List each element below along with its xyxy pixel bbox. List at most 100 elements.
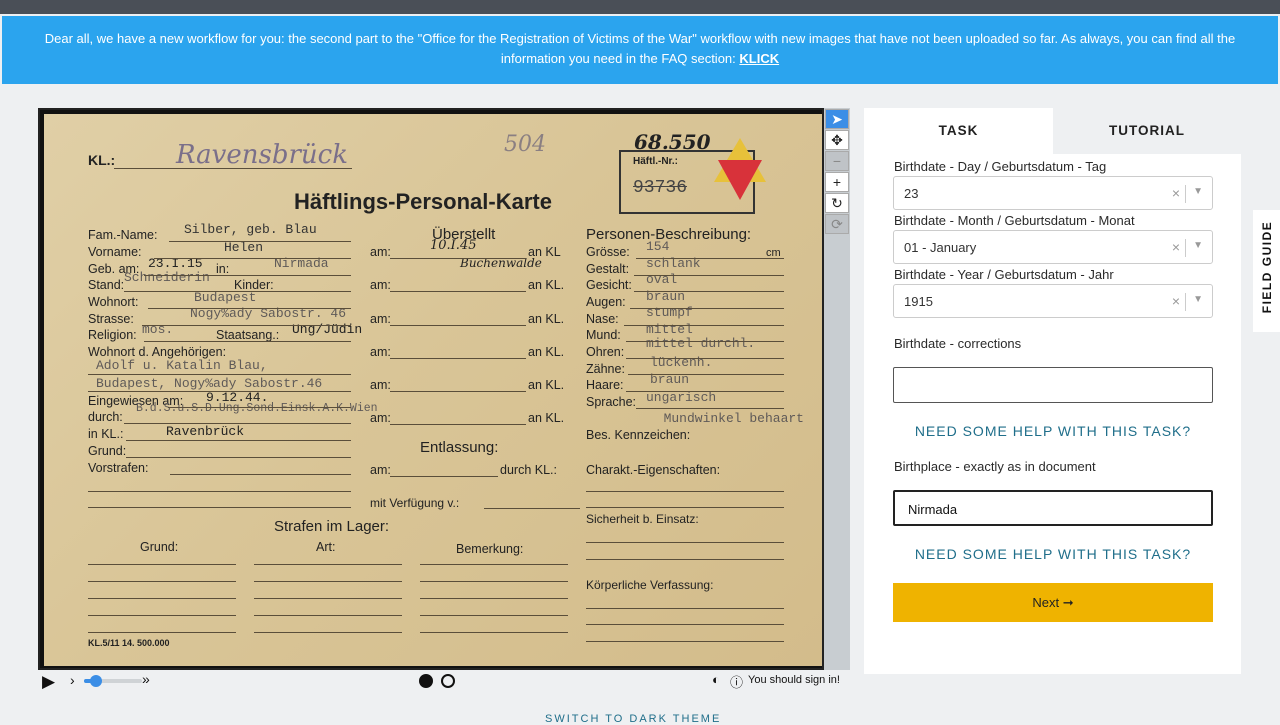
label-ohren: Ohren: — [586, 345, 625, 359]
month-value: 01 - January — [904, 240, 977, 255]
label-am-4: am: — [370, 345, 391, 359]
announcement-banner: Dear all, we have a new workflow for you… — [2, 16, 1278, 84]
sign-in-message: You should sign in! — [748, 674, 840, 686]
card-number-504: 504 — [504, 132, 546, 157]
help-link-2[interactable]: NEED SOME HELP WITH THIS TASK? — [893, 546, 1213, 562]
info-icon[interactable]: ⓘ — [730, 672, 743, 691]
frame-dot-1[interactable] — [419, 674, 433, 688]
value-angehoerige-1: Adolf u. Katalin Blau, — [96, 358, 268, 373]
label-wohnort: Wohnort: — [88, 295, 139, 309]
value-ohren: mittel durchl. — [646, 336, 756, 351]
label-zaehne: Zähne: — [586, 362, 625, 376]
birthplace-label: Birthplace - exactly as in document — [894, 459, 1096, 474]
top-navigation-bar — [0, 0, 1280, 14]
clear-icon[interactable]: × — [1172, 239, 1180, 255]
clear-icon[interactable]: × — [1172, 185, 1180, 201]
image-toolbar: ➤ ✥ − + ↻ ⟳ — [824, 108, 850, 670]
speed-slider[interactable] — [84, 675, 142, 687]
prisoner-card-image: KL.: Ravensbrück 504 68.550 Häftl.-Nr.: … — [44, 114, 822, 666]
label-sicherheit: Sicherheit b. Einsatz: — [586, 512, 699, 526]
label-nase: Nase: — [586, 312, 619, 326]
label-an-kl-2: an KL. — [528, 278, 565, 292]
chevron-down-icon[interactable]: ▼ — [1193, 240, 1203, 251]
value-sprache: ungarisch — [646, 390, 717, 405]
card-kl-label: KL.: — [88, 152, 116, 168]
contrast-icon[interactable]: ◐ — [712, 672, 720, 687]
rotate-icon[interactable]: ↻ — [825, 193, 849, 213]
label-groesse: Grösse: — [586, 245, 630, 259]
zoom-in-icon[interactable]: + — [825, 172, 849, 192]
label-augen: Augen: — [586, 295, 626, 309]
label-sprache: Sprache: — [586, 395, 637, 409]
frame-dot-2[interactable] — [441, 674, 455, 688]
task-panel: TASK TUTORIAL Birthdate - Day / Geburtsd… — [864, 108, 1241, 674]
zoom-out-icon[interactable]: − — [825, 151, 849, 171]
year-label: Birthdate - Year / Geburtsdatum - Jahr — [894, 267, 1114, 282]
tab-task[interactable]: TASK — [864, 108, 1053, 154]
label-bemerkung-column: Bemerkung: — [456, 542, 524, 556]
label-am-6: am: — [370, 411, 391, 425]
play-icon[interactable]: ▶ — [42, 672, 55, 692]
slower-icon[interactable]: › — [70, 672, 75, 688]
label-mund: Mund: — [586, 328, 621, 342]
field-guide-tab[interactable]: FIELD GUIDE — [1253, 210, 1280, 332]
card-kl-handwriting: Ravensbrück — [176, 140, 348, 170]
value-angehoerige-2: Budapest, Nogy%ady Sabostr.46 — [96, 376, 323, 391]
month-select[interactable]: 01 - January × ▼ — [893, 230, 1213, 264]
value-durch: B.d.S.u.S.D.Ung.Sond.Einsk.A.K.Wien — [136, 402, 378, 415]
label-am-5: am: — [370, 378, 391, 392]
label-stand: Stand: — [88, 278, 125, 292]
card-title: Häftlings-Personal-Karte — [294, 189, 552, 214]
tab-tutorial[interactable]: TUTORIAL — [1053, 108, 1241, 154]
label-art-column: Art: — [316, 540, 336, 554]
clear-icon[interactable]: × — [1172, 293, 1180, 309]
label-in: in: — [216, 262, 230, 276]
birthplace-textarea[interactable]: Nirmada — [893, 490, 1213, 526]
label-koerper: Körperliche Verfassung: — [586, 578, 714, 592]
select-separator — [1185, 293, 1186, 311]
label-gesicht: Gesicht: — [586, 278, 632, 292]
day-label: Birthdate - Day / Geburtsdatum - Tag — [894, 159, 1107, 174]
label-grund-column: Grund: — [140, 540, 179, 554]
value-in-kl: Ravenbrück — [166, 424, 245, 439]
label-am-1: am: — [370, 245, 391, 259]
crossed-number: 93736 — [633, 178, 688, 198]
speed-slider-knob[interactable] — [89, 675, 102, 687]
faster-icon[interactable]: » — [142, 671, 150, 687]
label-fam-name: Fam.-Name: — [88, 228, 158, 242]
day-select[interactable]: 23 × ▼ — [893, 176, 1213, 210]
subject-viewer[interactable]: KL.: Ravensbrück 504 68.550 Häftl.-Nr.: … — [38, 108, 824, 670]
banner-link[interactable]: KLICK — [739, 51, 779, 66]
chevron-down-icon[interactable]: ▼ — [1193, 186, 1203, 197]
label-entlassung: Entlassung: — [420, 439, 499, 456]
haeftl-nr-label: Häftl.-Nr.: — [633, 156, 678, 167]
switch-dark-theme-link[interactable]: SWITCH TO DARK THEME — [545, 713, 721, 725]
value-groesse: 154 — [646, 239, 670, 254]
year-select[interactable]: 1915 × ▼ — [893, 284, 1213, 318]
label-haare: Haare: — [586, 378, 624, 392]
label-durch-kl: durch KL.: — [500, 463, 557, 477]
select-separator — [1185, 185, 1186, 203]
move-icon[interactable]: ✥ — [825, 130, 849, 150]
label-strasse: Strasse: — [88, 312, 134, 326]
next-button[interactable]: Next ➞ — [893, 583, 1213, 622]
label-durch: durch: — [88, 410, 123, 424]
label-an-kl-3: an KL. — [528, 312, 565, 326]
label-an-kl-6: an KL. — [528, 411, 565, 425]
chevron-down-icon[interactable]: ▼ — [1193, 294, 1203, 305]
reset-icon[interactable]: ⟳ — [825, 214, 849, 234]
label-vorstrafen: Vorstrafen: — [88, 461, 149, 475]
value-bes-kennzeichen: Mundwinkel behaart — [663, 411, 804, 426]
task-tabs: TASK TUTORIAL — [864, 108, 1241, 154]
corrections-textarea[interactable] — [893, 367, 1213, 403]
label-staatsang: Staatsang.: — [216, 328, 280, 342]
label-an-kl-5: an KL. — [528, 378, 565, 392]
help-link-1[interactable]: NEED SOME HELP WITH THIS TASK? — [893, 423, 1213, 439]
pointer-icon[interactable]: ➤ — [825, 109, 849, 129]
label-vorname: Vorname: — [88, 245, 142, 259]
month-label: Birthdate - Month / Geburtsdatum - Monat — [894, 213, 1135, 228]
label-bes-kennzeichen: Bes. Kennzeichen: — [586, 428, 691, 442]
label-gestalt: Gestalt: — [586, 262, 630, 276]
day-value: 23 — [904, 186, 919, 201]
select-separator — [1185, 239, 1186, 257]
